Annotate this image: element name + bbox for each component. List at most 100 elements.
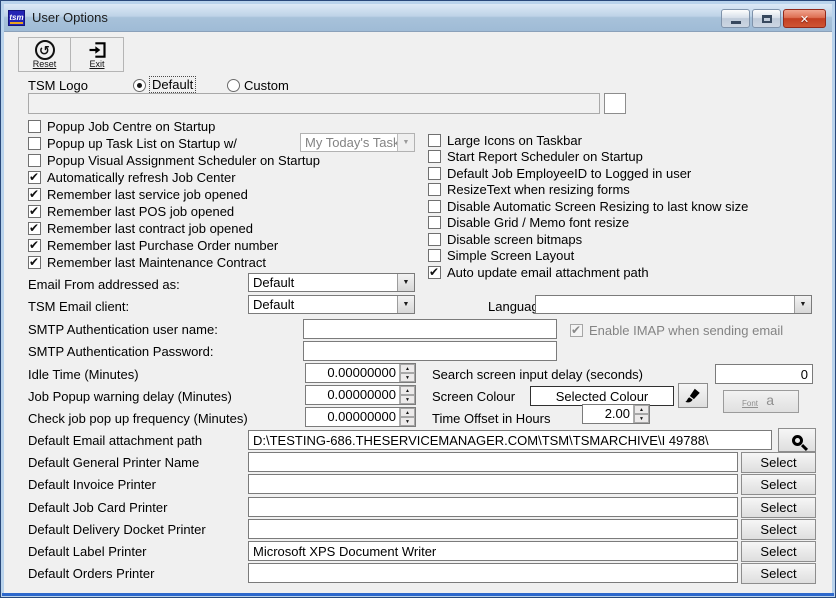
tsm-email-client-dropdown-value: Default	[249, 296, 397, 313]
checkbox-label[interactable]: Auto update email attachment path	[447, 265, 649, 280]
logo-browse-button[interactable]	[604, 93, 626, 114]
language-dropdown-value	[536, 296, 794, 313]
checkbox-box[interactable]	[428, 249, 441, 262]
checkbox-box[interactable]	[28, 154, 41, 167]
tsm-app-icon-text: tsm	[9, 14, 23, 22]
checkbox-box[interactable]	[428, 233, 441, 246]
checkbox-box[interactable]	[428, 150, 441, 163]
checkbox-box[interactable]	[28, 205, 41, 218]
idle-time-spinner[interactable]: 0.00000000	[305, 363, 416, 383]
orders-printer-select-button[interactable]: Select	[741, 563, 816, 584]
job-card-printer-input[interactable]	[248, 497, 738, 517]
checkbox-label[interactable]: ResizeText when resizing forms	[447, 182, 630, 197]
checkbox-remember-purchase-order: Remember last Purchase Order number	[28, 238, 278, 253]
popup-frequency-value[interactable]: 0.00000000	[306, 408, 399, 426]
orders-printer-input[interactable]	[248, 563, 738, 583]
time-offset-spinner[interactable]: 2.00	[582, 404, 650, 424]
maximize-icon	[762, 15, 772, 23]
checkbox-label[interactable]: Remember last contract job opened	[47, 221, 253, 236]
time-offset-value[interactable]: 2.00	[583, 405, 633, 423]
spin-up-icon[interactable]	[400, 386, 415, 395]
delivery-docket-printer-select-button[interactable]: Select	[741, 519, 816, 540]
checkbox-label[interactable]: Disable Grid / Memo font resize	[447, 215, 629, 230]
close-button[interactable]	[783, 9, 826, 28]
close-icon	[800, 10, 809, 28]
invoice-printer-select-button[interactable]: Select	[741, 474, 816, 495]
spinner-buttons	[399, 386, 415, 404]
checkbox-label[interactable]: Popup Visual Assignment Scheduler on Sta…	[47, 153, 320, 168]
spin-up-icon[interactable]	[400, 408, 415, 417]
browse-path-button[interactable]	[778, 428, 816, 452]
checkbox-box[interactable]	[428, 134, 441, 147]
dropdown-arrow-icon[interactable]	[397, 296, 414, 313]
dropdown-arrow-icon[interactable]	[397, 274, 414, 291]
spin-down-icon[interactable]	[400, 417, 415, 426]
smtp-username-input[interactable]	[303, 319, 557, 339]
label-printer-select-button[interactable]: Select	[741, 541, 816, 562]
checkbox-box[interactable]	[428, 216, 441, 229]
email-attachment-path-input[interactable]: D:\TESTING-686.THESERVICEMANAGER.COM\TSM…	[248, 430, 772, 450]
checkbox-label[interactable]: Default Job EmployeeID to Logged in user	[447, 166, 691, 181]
logo-default-radio-label[interactable]: Default	[150, 77, 195, 92]
general-printer-label: Default General Printer Name	[28, 455, 199, 470]
maximize-button[interactable]	[752, 9, 781, 28]
checkbox-box[interactable]	[28, 188, 41, 201]
checkbox-box[interactable]	[28, 137, 41, 150]
general-printer-input[interactable]	[248, 452, 738, 472]
checkbox-box[interactable]	[28, 171, 41, 184]
checkbox-label[interactable]: Simple Screen Layout	[447, 248, 574, 263]
checkbox-label[interactable]: Start Report Scheduler on Startup	[447, 149, 643, 164]
spin-up-icon[interactable]	[400, 364, 415, 373]
tsm-email-client-dropdown[interactable]: Default	[248, 295, 415, 314]
checkbox-box[interactable]	[28, 120, 41, 133]
font-icon: a	[766, 392, 774, 408]
checkbox-box[interactable]	[428, 183, 441, 196]
invoice-printer-input[interactable]	[248, 474, 738, 494]
checkbox-label[interactable]: Automatically refresh Job Center	[47, 170, 236, 185]
reset-button[interactable]: Reset	[18, 37, 71, 72]
checkbox-box[interactable]	[28, 222, 41, 235]
exit-button[interactable]: Exit	[71, 37, 124, 72]
checkbox-label[interactable]: Remember last Maintenance Contract	[47, 255, 266, 270]
checkbox-disable-grid-memo-font: Disable Grid / Memo font resize	[428, 215, 629, 230]
checkbox-label[interactable]: Remember last service job opened	[47, 187, 248, 202]
checkbox-box[interactable]	[428, 167, 441, 180]
checkbox-label[interactable]: Remember last POS job opened	[47, 204, 234, 219]
checkbox-box[interactable]	[28, 256, 41, 269]
logo-default-radio[interactable]	[133, 79, 146, 92]
orders-printer-label: Default Orders Printer	[28, 566, 154, 581]
checkbox-label[interactable]: Large Icons on Taskbar	[447, 133, 582, 148]
colour-picker-button[interactable]	[678, 383, 708, 408]
language-dropdown[interactable]	[535, 295, 812, 314]
email-from-dropdown[interactable]: Default	[248, 273, 415, 292]
idle-time-value[interactable]: 0.00000000	[306, 364, 399, 382]
popup-delay-value[interactable]: 0.00000000	[306, 386, 399, 404]
checkbox-label[interactable]: Remember last Purchase Order number	[47, 238, 278, 253]
logo-custom-radio-label[interactable]: Custom	[244, 78, 289, 93]
general-printer-select-button[interactable]: Select	[741, 452, 816, 473]
delivery-docket-printer-input[interactable]	[248, 519, 738, 539]
dropdown-arrow-icon[interactable]	[794, 296, 811, 313]
spin-down-icon[interactable]	[634, 414, 649, 423]
minimize-button[interactable]	[721, 9, 750, 28]
smtp-password-input[interactable]	[303, 341, 557, 361]
minimize-icon	[731, 21, 741, 24]
checkbox-label[interactable]: Popup up Task List on Startup w/	[47, 136, 237, 151]
spin-up-icon[interactable]	[634, 405, 649, 414]
screen-colour-label: Screen Colour	[432, 389, 515, 404]
job-card-printer-select-button[interactable]: Select	[741, 497, 816, 518]
spin-down-icon[interactable]	[400, 373, 415, 382]
popup-frequency-spinner[interactable]: 0.00000000	[305, 407, 416, 427]
spin-down-icon[interactable]	[400, 395, 415, 404]
search-delay-input[interactable]: 0	[715, 364, 813, 384]
label-printer-input[interactable]: Microsoft XPS Document Writer	[248, 541, 738, 561]
checkbox-label[interactable]: Popup Job Centre on Startup	[47, 119, 215, 134]
checkbox-box[interactable]	[428, 266, 441, 279]
checkbox-box[interactable]	[28, 239, 41, 252]
checkbox-label[interactable]: Disable screen bitmaps	[447, 232, 582, 247]
checkbox-popup-job-centre: Popup Job Centre on Startup	[28, 119, 215, 134]
checkbox-label[interactable]: Disable Automatic Screen Resizing to las…	[447, 199, 748, 214]
checkbox-box[interactable]	[428, 200, 441, 213]
logo-custom-radio[interactable]	[227, 79, 240, 92]
popup-delay-spinner[interactable]: 0.00000000	[305, 385, 416, 405]
